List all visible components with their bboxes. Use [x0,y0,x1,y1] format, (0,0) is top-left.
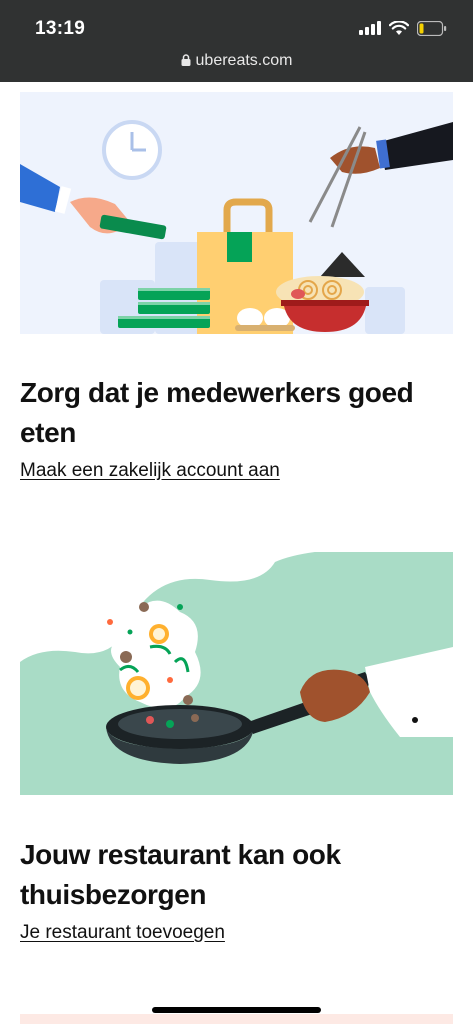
signal-icon [359,21,381,35]
create-business-account-link[interactable]: Maak een zakelijk account aan [20,460,280,482]
next-card-preview [20,1014,453,1024]
status-time: 13:19 [35,18,86,39]
card-title: Zorg dat je medewerkers goed eten [20,377,414,448]
card-title: Jouw restaurant kan ook thuisbezorgen [20,839,341,910]
cooking-pan-illustration [20,552,453,795]
lock-icon [181,54,191,66]
status-icons [359,18,447,38]
status-bar: 13:19 ubereats.com [0,0,473,82]
food-delivery-illustration [20,92,453,334]
add-restaurant-link[interactable]: Je restaurant toevoegen [20,922,225,944]
address-bar[interactable]: ubereats.com [0,52,473,70]
url-text: ubereats.com [195,52,293,69]
wifi-icon [389,20,409,35]
battery-icon [417,20,447,36]
home-indicator[interactable] [152,1007,321,1013]
